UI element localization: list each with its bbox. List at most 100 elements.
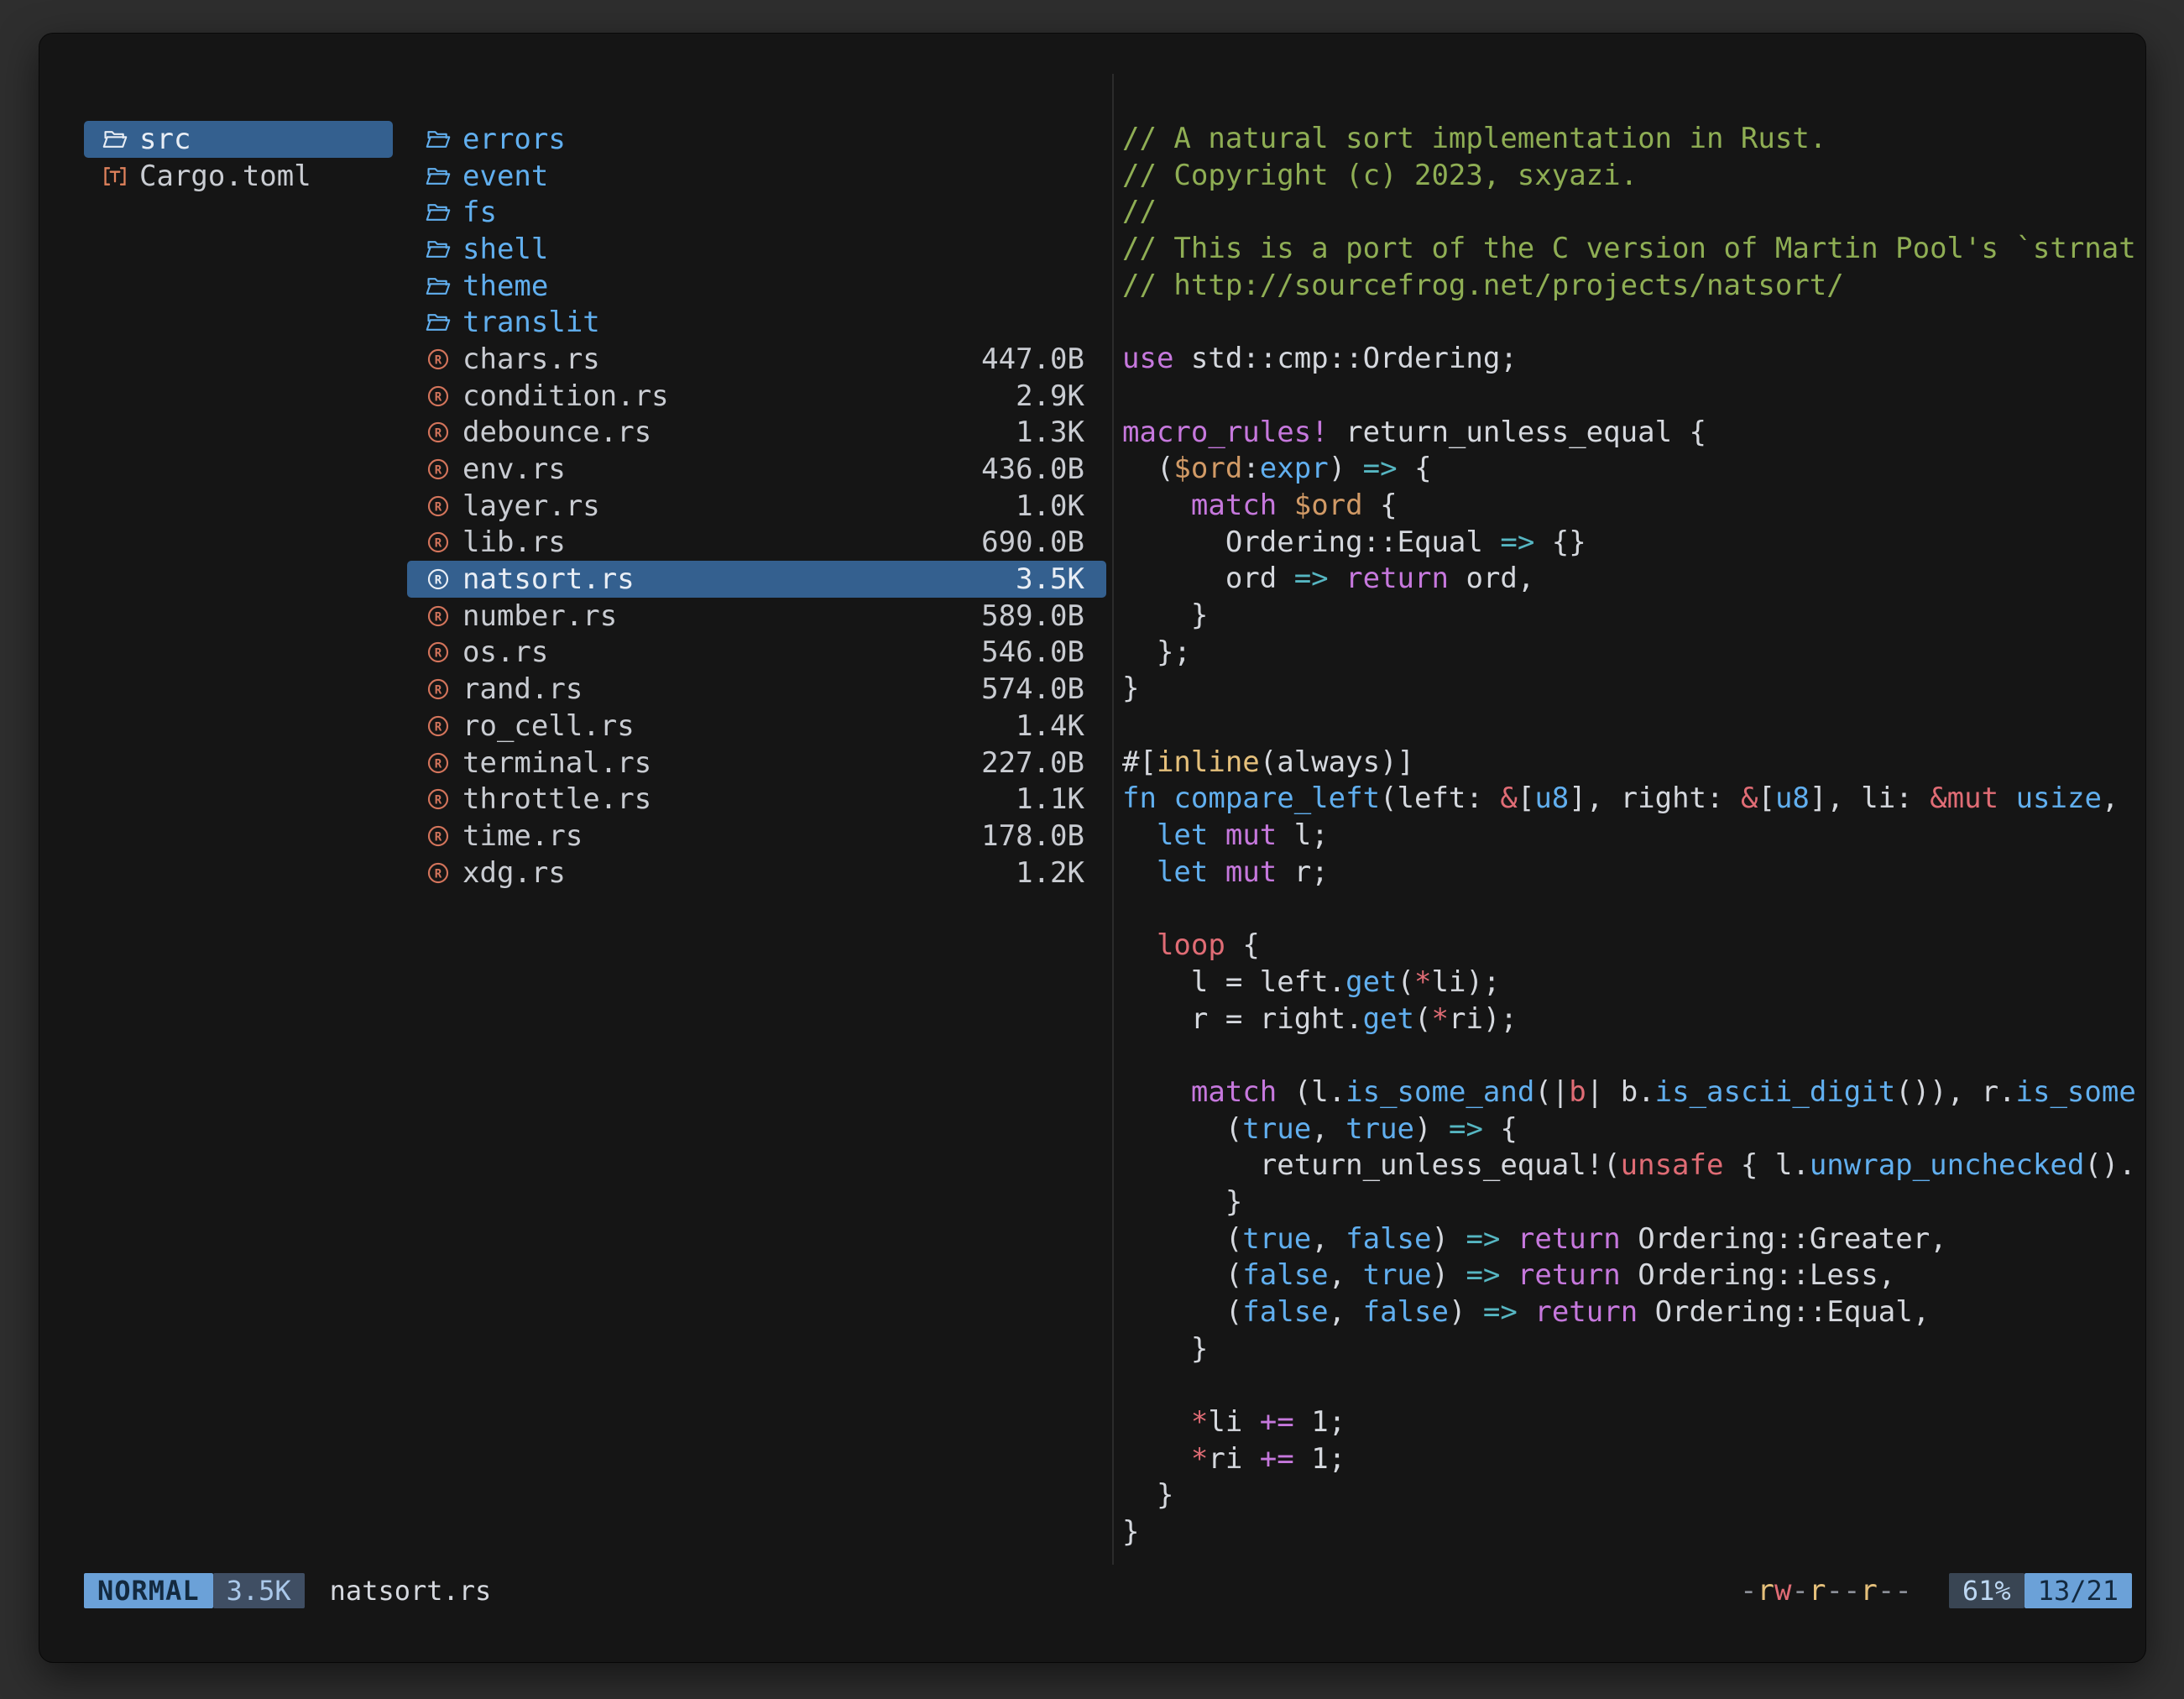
parent-item[interactable]: Cargo.toml (84, 158, 393, 195)
selected-file-size: 3.5K (213, 1573, 305, 1608)
parent-pane[interactable]: srcCargo.toml (84, 121, 393, 194)
file-row[interactable]: Rlib.rs 690.0B (407, 525, 1106, 562)
preview-pane[interactable]: // A natural sort implementation in Rust… (1122, 121, 2140, 1556)
file-size: 546.0B (981, 635, 1084, 669)
code-line: *ri += 1; (1122, 1441, 2140, 1478)
rust-icon: R (424, 528, 452, 557)
file-name: lib.rs (462, 525, 566, 559)
code-line (1122, 304, 2140, 341)
folder-open-icon (424, 308, 452, 337)
scroll-percent: 61% (1949, 1573, 2025, 1608)
file-size: 589.0B (981, 599, 1084, 633)
code-line: (false, true) => return Ordering::Less, (1122, 1257, 2140, 1294)
rust-icon: R (424, 345, 452, 374)
file-size: 574.0B (981, 672, 1084, 706)
file-row[interactable]: Rlayer.rs1.0K (407, 488, 1106, 525)
status-bar: NORMAL 3.5K natsort.rs -rw-r--r-- 61% 13… (84, 1573, 2132, 1608)
folder-open-icon (101, 125, 129, 154)
svg-text:R: R (435, 720, 442, 734)
file-row[interactable]: Rxdg.rs1.2K (407, 855, 1106, 891)
current-pane[interactable]: errorseventfsshellthemetranslitRchars.rs… (407, 121, 1106, 891)
file-size: 1.3K (1016, 416, 1084, 449)
svg-text:R: R (435, 830, 442, 844)
code-line (1122, 708, 2140, 745)
rust-icon: R (424, 418, 452, 447)
file-row[interactable]: shell (407, 231, 1106, 268)
file-name: terminal.rs (462, 746, 651, 780)
desktop-background: srcCargo.toml errorseventfsshellthemetra… (0, 0, 2184, 1699)
svg-text:R: R (435, 757, 442, 771)
code-line (1122, 1367, 2140, 1404)
code-line: match (l.is_some_and(|b| b.is_ascii_digi… (1122, 1074, 2140, 1111)
svg-text:R: R (435, 537, 442, 551)
file-row[interactable]: Rchars.rs447.0B (407, 341, 1106, 378)
code-line: } (1122, 598, 2140, 635)
file-row[interactable]: Rdebounce.rs 1.3K (407, 415, 1106, 452)
code-line: } (1122, 1184, 2140, 1221)
file-row[interactable]: Rcondition.rs2.9K (407, 378, 1106, 415)
svg-text:R: R (435, 683, 442, 697)
folder-open-icon (424, 125, 452, 154)
svg-text:R: R (435, 500, 442, 514)
file-size: 178.0B (981, 819, 1084, 853)
file-name: debounce.rs (462, 416, 651, 449)
rust-icon: R (424, 565, 452, 593)
file-name: ro_cell.rs (462, 709, 635, 743)
file-row[interactable]: Rnatsort.rs 3.5K (407, 561, 1106, 598)
toml-icon (101, 162, 129, 191)
file-size: 3.5K (1016, 562, 1084, 596)
file-name: theme (462, 269, 548, 303)
file-size: 227.0B (981, 746, 1084, 780)
file-row[interactable]: Rtime.rs178.0B (407, 818, 1106, 855)
file-name: env.rs (462, 452, 566, 486)
file-row[interactable]: Ros.rs546.0B (407, 635, 1106, 672)
file-row[interactable]: errors (407, 121, 1106, 158)
code-line: macro_rules! return_unless_equal { (1122, 415, 2140, 452)
file-row[interactable]: Renv.rs436.0B (407, 451, 1106, 488)
code-line: let mut l; (1122, 818, 2140, 855)
file-size: 447.0B (981, 342, 1084, 376)
file-row[interactable]: Rnumber.rs589.0B (407, 598, 1106, 635)
code-line (1122, 378, 2140, 415)
code-line: match $ord { (1122, 488, 2140, 525)
file-row[interactable]: Rthrottle.rs1.1K (407, 781, 1106, 818)
svg-text:R: R (435, 427, 442, 441)
file-row[interactable]: Rterminal.rs 227.0B (407, 745, 1106, 782)
parent-item[interactable]: src (84, 121, 393, 158)
file-row[interactable]: translit (407, 304, 1106, 341)
code-line: (true, true) => { (1122, 1111, 2140, 1148)
file-row[interactable]: Rrand.rs574.0B (407, 671, 1106, 708)
code-line (1122, 1038, 2140, 1074)
file-row[interactable]: theme (407, 268, 1106, 305)
code-line: // http://sourcefrog.net/projects/natsor… (1122, 268, 2140, 305)
code-line: (true, false) => return Ordering::Greate… (1122, 1221, 2140, 1258)
code-line: #[inline(always)] (1122, 745, 2140, 782)
file-row[interactable]: event (407, 158, 1106, 195)
file-size: 1.2K (1016, 856, 1084, 890)
folder-open-icon (424, 198, 452, 227)
file-size: 690.0B (981, 525, 1084, 559)
folder-open-icon (424, 235, 452, 264)
file-name: condition.rs (462, 379, 669, 413)
code-line: let mut r; (1122, 855, 2140, 891)
file-name: errors (462, 123, 566, 156)
code-line: Ordering::Equal => {} (1122, 525, 2140, 562)
file-name: throttle.rs (462, 782, 651, 816)
file-row[interactable]: Rro_cell.rs1.4K (407, 708, 1106, 745)
svg-text:R: R (435, 573, 442, 587)
rust-icon: R (424, 492, 452, 520)
file-name: Cargo.toml (139, 159, 311, 193)
code-line: // Copyright (c) 2023, sxyazi. (1122, 158, 2140, 195)
file-name: natsort.rs (462, 562, 635, 596)
svg-text:R: R (435, 390, 442, 404)
cursor-position: 13/21 (2025, 1573, 2132, 1608)
code-line: fn compare_left(left: &[u8], right: &[u8… (1122, 781, 2140, 818)
code-line: r = right.get(*ri); (1122, 1001, 2140, 1038)
pane-separator (1112, 74, 1114, 1565)
code-line: use std::cmp::Ordering; (1122, 341, 2140, 378)
file-name: os.rs (462, 635, 548, 669)
folder-open-icon (424, 162, 452, 191)
status-bar-left: NORMAL 3.5K natsort.rs (84, 1573, 491, 1608)
file-row[interactable]: fs (407, 194, 1106, 231)
code-line: } (1122, 1514, 2140, 1551)
